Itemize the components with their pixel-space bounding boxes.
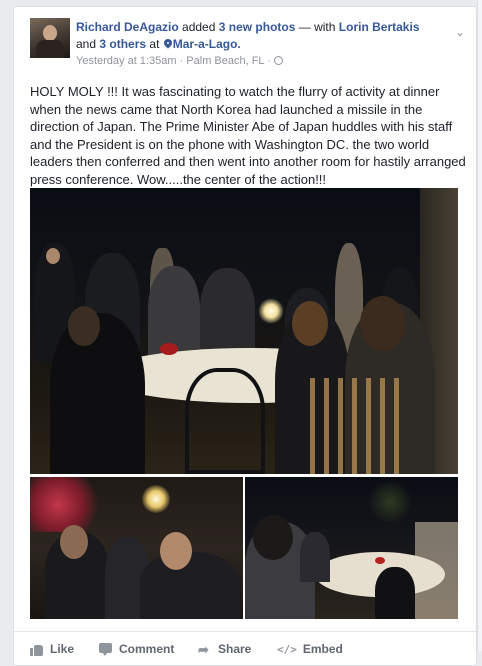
- place-link[interactable]: Palm Beach, FL: [186, 55, 264, 67]
- location-link[interactable]: Mar-a-Lago.: [173, 37, 241, 51]
- with-text: — with: [298, 20, 336, 34]
- tagged-person-link[interactable]: Lorin Bertakis: [339, 20, 420, 34]
- others-link[interactable]: 3 others: [99, 37, 146, 51]
- avatar[interactable]: [30, 18, 70, 58]
- share-button[interactable]: ➦ Share: [198, 640, 251, 658]
- action-text: added: [182, 20, 216, 34]
- map-pin-icon: [164, 39, 172, 49]
- at-text: at: [149, 37, 160, 51]
- chevron-down-icon[interactable]: ⌄: [455, 25, 465, 39]
- timestamp-link[interactable]: Yesterday at 1:35am: [76, 55, 177, 67]
- like-label: Like: [50, 642, 75, 656]
- speech-bubble-icon: [99, 642, 113, 656]
- facebook-post-card: Richard DeAgazio added 3 new photos — wi…: [13, 6, 477, 666]
- post-meta: Yesterday at 1:35am · Palm Beach, FL ·: [76, 55, 283, 67]
- comment-button[interactable]: Comment: [99, 640, 174, 658]
- embed-button[interactable]: </> Embed: [277, 640, 343, 658]
- globe-icon[interactable]: [273, 56, 283, 65]
- post-photo-terrace[interactable]: [245, 477, 458, 619]
- and-text: and: [76, 37, 97, 51]
- thumbs-up-icon: [30, 643, 44, 656]
- meta-separator: ·: [267, 55, 271, 67]
- comment-label: Comment: [119, 642, 175, 656]
- post-photo-dinner-table[interactable]: [30, 188, 458, 474]
- share-label: Share: [218, 642, 252, 656]
- post-header: Richard DeAgazio added 3 new photos — wi…: [76, 19, 446, 53]
- post-body-text: HOLY MOLY !!! It was fascinating to watc…: [30, 84, 470, 187]
- photo-count-link[interactable]: 3 new photos: [219, 20, 296, 34]
- post-photo-abe-staff[interactable]: [30, 477, 243, 619]
- embed-label: Embed: [302, 642, 343, 656]
- post-action-bar: Like Comment ➦ Share </> Embed: [14, 631, 476, 662]
- like-button[interactable]: Like: [30, 640, 74, 658]
- author-link[interactable]: Richard DeAgazio: [76, 20, 179, 34]
- code-brackets-icon: </>: [277, 642, 297, 656]
- share-arrow-icon: ➦: [198, 641, 209, 657]
- right-sidebar-edge: [477, 0, 482, 651]
- meta-separator: ·: [179, 55, 184, 67]
